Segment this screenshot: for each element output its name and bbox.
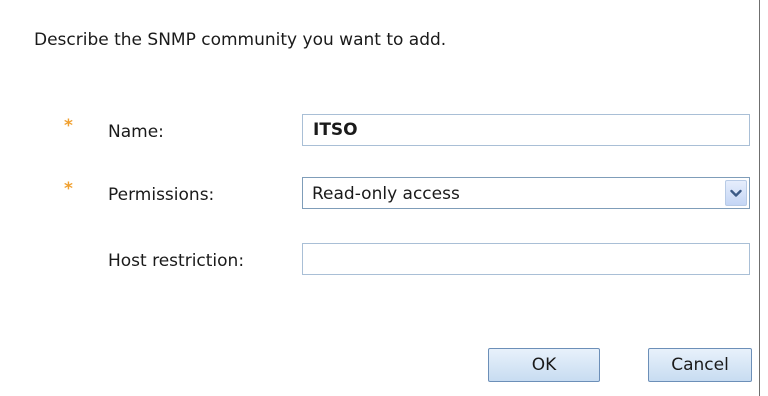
ok-button[interactable]: OK <box>488 348 600 382</box>
permissions-row: * Permissions: Read-only access <box>0 177 760 211</box>
required-marker: * <box>64 116 73 136</box>
permissions-select[interactable]: Read-only access <box>302 177 750 209</box>
host-restriction-input[interactable] <box>302 243 750 275</box>
permissions-label: Permissions: <box>108 185 215 205</box>
host-restriction-row: Host restriction: <box>0 243 760 277</box>
dialog-description: Describe the SNMP community you want to … <box>34 30 447 50</box>
name-row: * Name: <box>0 114 760 148</box>
cancel-button[interactable]: Cancel <box>648 348 752 382</box>
name-input[interactable] <box>302 114 750 146</box>
add-snmp-community-dialog: Describe the SNMP community you want to … <box>0 0 760 396</box>
host-restriction-label: Host restriction: <box>108 251 245 271</box>
required-marker: * <box>64 179 73 199</box>
permissions-selected-value: Read-only access <box>312 184 460 204</box>
chevron-down-icon[interactable] <box>725 180 747 206</box>
name-label: Name: <box>108 122 164 142</box>
